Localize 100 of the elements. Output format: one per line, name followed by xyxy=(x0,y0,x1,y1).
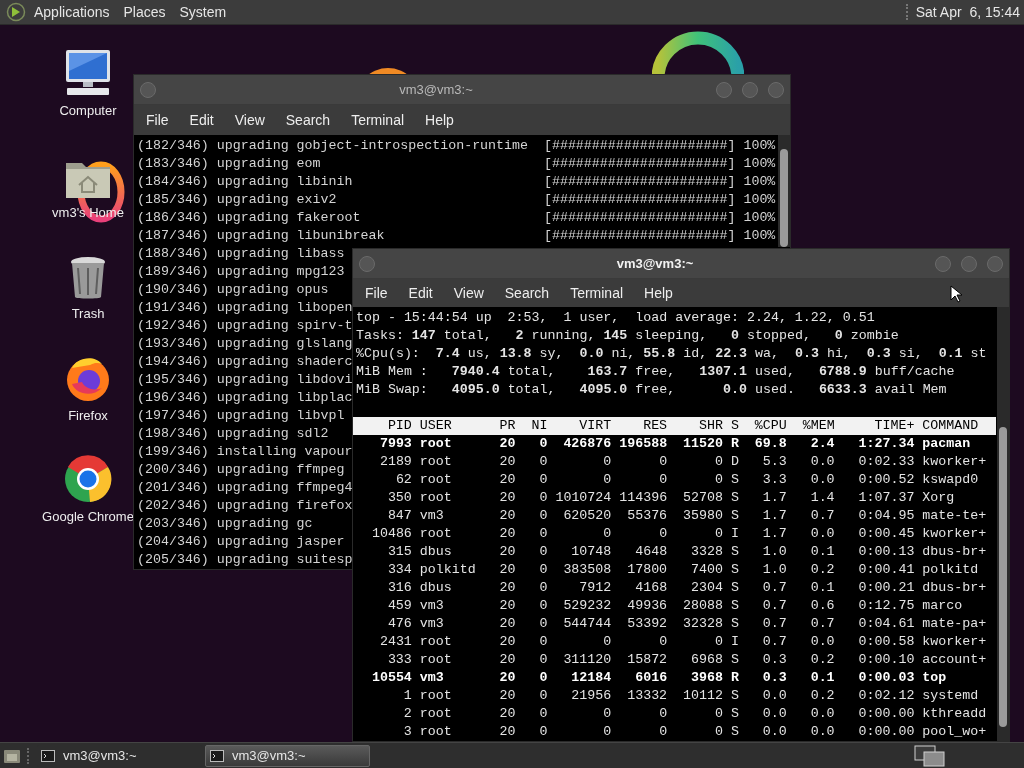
table-cell-text: 0.7 xyxy=(809,615,835,633)
window-menu-button[interactable] xyxy=(140,81,156,98)
menu-item[interactable]: Search xyxy=(504,282,550,304)
table-cell-text: vm3 xyxy=(419,669,445,687)
table-cell-text: 10748 xyxy=(570,543,612,561)
panel-menu[interactable]: System xyxy=(179,1,227,23)
table-cell-text: 1.7 xyxy=(761,489,787,507)
logo-icon[interactable] xyxy=(6,2,26,22)
pointer-icon xyxy=(950,285,962,303)
table-cell-text: 0 xyxy=(602,723,612,741)
table-cell-text: 20 xyxy=(498,543,516,561)
table-cell-text: 0 xyxy=(538,597,548,615)
table-cell-text: 0 xyxy=(538,669,548,687)
table-cell-text: 0:02.33 xyxy=(857,453,915,471)
window-menu-button[interactable] xyxy=(359,255,375,272)
table-cell-text: 2304 xyxy=(690,579,723,597)
table-cell-text: 426876 xyxy=(562,435,612,453)
table-cell-text: root xyxy=(419,453,453,471)
table-cell-text: 10554 xyxy=(370,669,412,687)
table-cell-text: 1 xyxy=(402,687,412,705)
table-cell-text: 1.4 xyxy=(809,489,835,507)
table-cell-text: 0 xyxy=(713,705,723,723)
terminal-line: Tasks: 147 total, 2 running, 145 sleeping, 0 stopped, 0 zombie xyxy=(356,327,900,345)
table-cell-text: root xyxy=(419,435,453,453)
table-cell-text: kthreadd xyxy=(922,705,988,723)
menu-item[interactable]: Edit xyxy=(408,282,433,304)
desktop-icon-label[interactable]: Trash xyxy=(71,304,105,324)
table-cell: 114396 xyxy=(619,489,668,507)
table-cell-text: 0:00.00 xyxy=(857,705,915,723)
menu-item[interactable]: Help xyxy=(644,282,673,304)
table-cell-text: 0:00.03 xyxy=(857,669,915,687)
table-cell-text: kworker+ xyxy=(922,525,988,543)
table-cell-text: 0.3 xyxy=(761,651,787,669)
table-cell-text: 0 xyxy=(538,615,548,633)
workspace-switcher-icon[interactable] xyxy=(914,744,946,767)
table-cell-text: 0.2 xyxy=(809,687,835,705)
clock[interactable]: Sat Apr 6, 15:44 xyxy=(915,1,1020,23)
table-cell-text: 20 xyxy=(498,435,516,453)
percent-text: 100% xyxy=(743,137,776,155)
maximize-button[interactable] xyxy=(742,81,758,98)
menu-item[interactable]: Search xyxy=(285,109,331,131)
panel-menu[interactable]: Places xyxy=(123,1,166,23)
terminal-line: MiB Swap: 4095.0 total, 4095.0 free, 0.0 used. 6633.3 avail Mem xyxy=(356,381,948,399)
table-cell-text: 0:00.45 xyxy=(857,525,915,543)
table-cell-text: 0:02.12 xyxy=(857,687,915,705)
table-cell-text: root xyxy=(419,525,453,543)
table-cell-text: 1.0 xyxy=(761,561,787,579)
menu-item[interactable]: Edit xyxy=(189,109,214,131)
desktop-icon-label[interactable]: Computer xyxy=(59,101,117,121)
table-cell-text: 0.0 xyxy=(761,705,787,723)
menu-item[interactable]: View xyxy=(234,109,265,131)
terminal-line: (189/346) upgrading mpg123 xyxy=(137,263,345,281)
table-cell-text: 20 xyxy=(498,687,516,705)
menu-item[interactable]: File xyxy=(365,282,388,304)
minimize-button[interactable] xyxy=(716,81,732,98)
taskbar-button[interactable]: vm3@vm3:~ xyxy=(205,744,370,767)
table-cell: S xyxy=(730,489,739,507)
show-desktop-icon[interactable] xyxy=(3,747,21,764)
column-header: NI xyxy=(530,417,548,435)
table-cell-text: root xyxy=(419,705,453,723)
terminal-line: (194/346) upgrading shaderc xyxy=(137,353,353,371)
table-cell-text: 0 xyxy=(658,453,668,471)
table-cell-text: 0 xyxy=(538,633,548,651)
table-cell-text: 0 xyxy=(602,525,612,543)
terminal-line: (191/346) upgrading libopen xyxy=(137,299,353,317)
minimize-button[interactable] xyxy=(935,255,951,272)
menu-item[interactable]: Help xyxy=(425,109,454,131)
table-cell-text: 15872 xyxy=(626,651,668,669)
table-cell-text: account+ xyxy=(922,651,988,669)
column-header: COMMAND xyxy=(922,417,980,435)
progress-text: [######################] xyxy=(543,137,736,155)
table-cell-text: mate-pa+ xyxy=(922,615,988,633)
table-cell-text: 0.0 xyxy=(809,723,835,741)
table-cell-text: vm3 xyxy=(419,615,445,633)
table-cell: I xyxy=(730,525,739,543)
desktop-icon-label[interactable]: Google Chrome xyxy=(42,507,134,527)
scrollbar[interactable] xyxy=(778,135,790,247)
table-cell-text: 55376 xyxy=(626,507,668,525)
menu-item[interactable]: File xyxy=(146,109,169,131)
table-cell-text: 0 xyxy=(538,561,548,579)
panel-menu[interactable]: Applications xyxy=(34,1,110,23)
terminal-line: (195/346) upgrading libdovi xyxy=(137,371,353,389)
table-cell-text: 12184 xyxy=(570,669,612,687)
close-button[interactable] xyxy=(768,81,784,98)
table-cell-text: 0 xyxy=(713,633,723,651)
scrollbar[interactable] xyxy=(997,307,1009,741)
terminal-line: (185/346) upgrading exiv2 xyxy=(137,191,338,209)
menu-item[interactable]: Terminal xyxy=(570,282,624,304)
table-cell: 196588 xyxy=(619,435,668,453)
table-cell-text: 0 xyxy=(658,633,668,651)
table-cell-text: 0.0 xyxy=(809,525,835,543)
menu-item[interactable]: View xyxy=(453,282,484,304)
close-button[interactable] xyxy=(987,255,1003,272)
terminal-line: (201/346) upgrading ffmpeg4 xyxy=(137,479,353,497)
menu-item[interactable]: Terminal xyxy=(351,109,405,131)
desktop-icon-label[interactable]: Firefox xyxy=(68,405,108,425)
table-cell-text: 311120 xyxy=(562,651,612,669)
maximize-button[interactable] xyxy=(961,255,977,272)
table-cell-text: 17800 xyxy=(626,561,668,579)
table-cell-text: 0 xyxy=(713,525,723,543)
